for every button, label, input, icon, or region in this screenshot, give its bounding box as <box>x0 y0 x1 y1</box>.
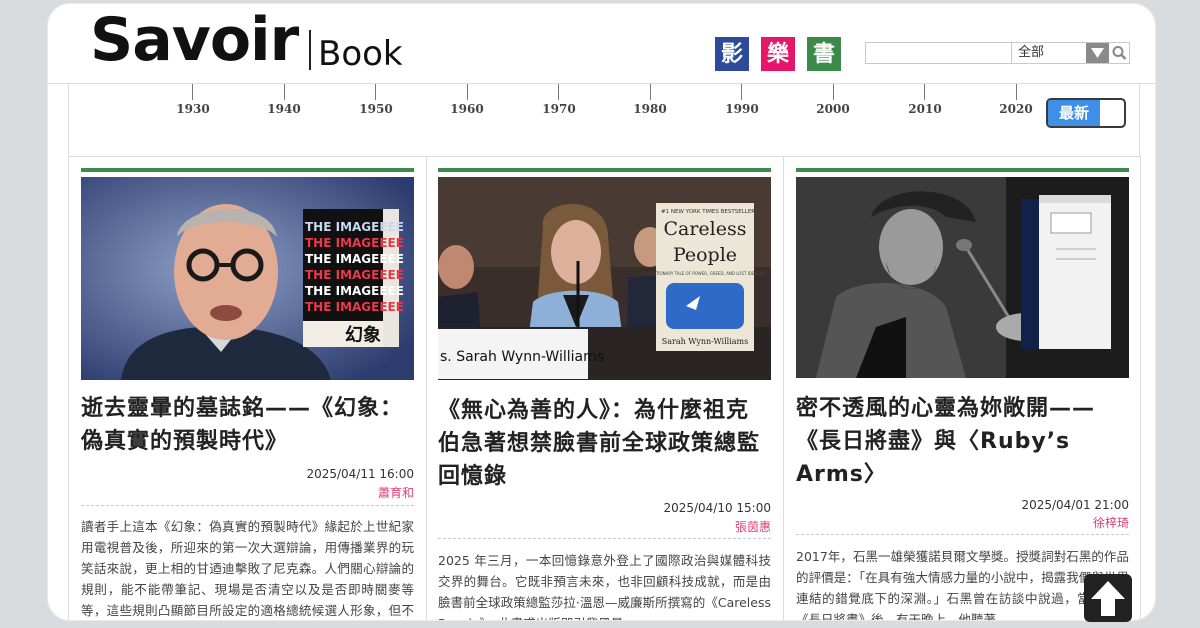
article-excerpt: 讀者手上這本《幻象：偽真實的預製時代》緣起於上世紀家用電視普及後，所迎來的第一次… <box>81 519 414 618</box>
year-timeline: 1930 1940 1950 1960 1970 1980 1990 2000 … <box>68 84 1140 156</box>
search-icon[interactable] <box>1110 44 1130 62</box>
timeline-tick <box>650 84 651 100</box>
article-excerpt: 2025 年三月，一本回憶錄意外登上了國際政治與媒體科技交界的舞台。它既非預言未… <box>438 553 771 620</box>
book-cover-line: THE IMAGEEEE <box>305 220 404 234</box>
timeline-tick <box>375 84 376 100</box>
timeline-year-1940[interactable]: 1940 <box>259 102 309 116</box>
card-accent-rule <box>796 168 1129 172</box>
timeline-tick <box>833 84 834 100</box>
book-cover-title: Careless <box>663 218 746 240</box>
article-image[interactable] <box>796 177 1129 378</box>
browser-frame: Savoir Book 影 樂 書 全部 1930 1940 1950 1960… <box>48 4 1155 620</box>
latest-toggle[interactable]: 最新 <box>1046 98 1126 128</box>
category-books-button[interactable]: 書 <box>807 37 841 71</box>
book-cover-line: THE IMAGEEEE <box>305 284 404 298</box>
card-accent-rule <box>81 168 414 172</box>
latest-toggle-label: 最新 <box>1048 100 1100 126</box>
timeline-tick <box>467 84 468 100</box>
article-title[interactable]: 密不透風的心靈為妳敞開——《長日將盡》與〈Ruby’s Arms〉 <box>796 392 1129 491</box>
book-cover-line: THE IMAGEEEE <box>305 268 404 282</box>
content-divider <box>68 156 1140 157</box>
article-excerpt: 2017年，石黑一雄榮獲諾貝爾文學獎。授獎詞對石黑的作品的評價是：「在具有強大情… <box>796 549 1129 620</box>
back-to-top-button[interactable] <box>1084 574 1132 622</box>
timeline-tick <box>558 84 559 100</box>
timeline-tick <box>284 84 285 100</box>
column-divider <box>426 156 427 620</box>
card-accent-rule <box>438 168 771 172</box>
timeline-year-1980[interactable]: 1980 <box>625 102 675 116</box>
arrow-up-icon <box>1091 581 1125 616</box>
search-input[interactable] <box>866 43 1012 63</box>
timeline-tick <box>741 84 742 100</box>
search-scope-select[interactable]: 全部 <box>1013 43 1086 63</box>
card-separator <box>81 505 414 506</box>
timeline-tick <box>1016 84 1017 100</box>
book-cover-title: 幻象 <box>345 324 381 346</box>
article-date: 2025/04/10 15:00 <box>663 501 771 515</box>
timeline-tick <box>192 84 193 100</box>
category-music-button[interactable]: 樂 <box>761 37 795 71</box>
timeline-year-1960[interactable]: 1960 <box>442 102 492 116</box>
site-logo[interactable]: Savoir <box>90 4 299 76</box>
book-badge: #1 NEW YORK TIMES BESTSELLER <box>661 209 755 215</box>
timeline-year-1970[interactable]: 1970 <box>534 102 584 116</box>
logo-divider <box>309 30 311 70</box>
timeline-year-2000[interactable]: 2000 <box>808 102 858 116</box>
article-card[interactable]: 密不透風的心靈為妳敞開——《長日將盡》與〈Ruby’s Arms〉 2025/0… <box>796 168 1129 620</box>
book-cover-line: THE IMAGEEEE <box>305 252 404 266</box>
column-divider <box>68 156 69 620</box>
article-card[interactable]: THE IMAGEEEE THE IMAGEEEE THE IMAGEEEE T… <box>81 168 414 618</box>
article-title[interactable]: 《無心為善的人》：為什麼祖克伯急著想禁臉書前全球政策總監回憶錄 <box>438 394 771 493</box>
timeline-year-1990[interactable]: 1990 <box>717 102 767 116</box>
article-card[interactable]: s. Sarah Wynn-Williams #1 NEW YORK TIMES… <box>438 168 771 620</box>
timeline-tick <box>924 84 925 100</box>
site-logo-sub[interactable]: Book <box>318 34 403 74</box>
timeline-year-1930[interactable]: 1930 <box>168 102 218 116</box>
site-header: Savoir Book 影 樂 書 全部 <box>48 4 1155 84</box>
article-author[interactable]: 徐梓琦 <box>1093 514 1129 531</box>
category-film-button[interactable]: 影 <box>715 37 749 71</box>
article-image[interactable]: THE IMAGEEEE THE IMAGEEEE THE IMAGEEEE T… <box>81 177 414 380</box>
book-cover-line: THE IMAGEEEE <box>305 236 404 250</box>
speaker-nameplate: s. Sarah Wynn-Williams <box>440 349 604 365</box>
book-subtitle: A CAUTIONARY TALE OF POWER, GREED, AND L… <box>643 271 767 276</box>
column-divider <box>1140 156 1141 620</box>
timeline-year-2020[interactable]: 2020 <box>991 102 1041 116</box>
article-image[interactable]: s. Sarah Wynn-Williams #1 NEW YORK TIMES… <box>438 177 771 380</box>
card-separator <box>438 538 771 539</box>
article-date: 2025/04/11 16:00 <box>306 467 414 481</box>
card-separator <box>796 534 1129 535</box>
search-bar: 全部 <box>865 42 1130 64</box>
chevron-down-icon[interactable] <box>1086 43 1109 63</box>
article-title[interactable]: 逝去靈暈的墓誌銘——《幻象：偽真實的預製時代》 <box>81 392 414 458</box>
article-date: 2025/04/01 21:00 <box>1021 498 1129 512</box>
book-cover-title: People <box>673 244 737 266</box>
timeline-year-1950[interactable]: 1950 <box>351 102 401 116</box>
column-divider <box>783 156 784 620</box>
book-cover-line: THE IMAGEEEE <box>305 300 404 314</box>
article-author[interactable]: 張茵惠 <box>735 518 771 535</box>
article-author[interactable]: 蕭育和 <box>378 484 414 501</box>
timeline-year-2010[interactable]: 2010 <box>900 102 950 116</box>
book-author: Sarah Wynn-Williams <box>662 337 748 346</box>
